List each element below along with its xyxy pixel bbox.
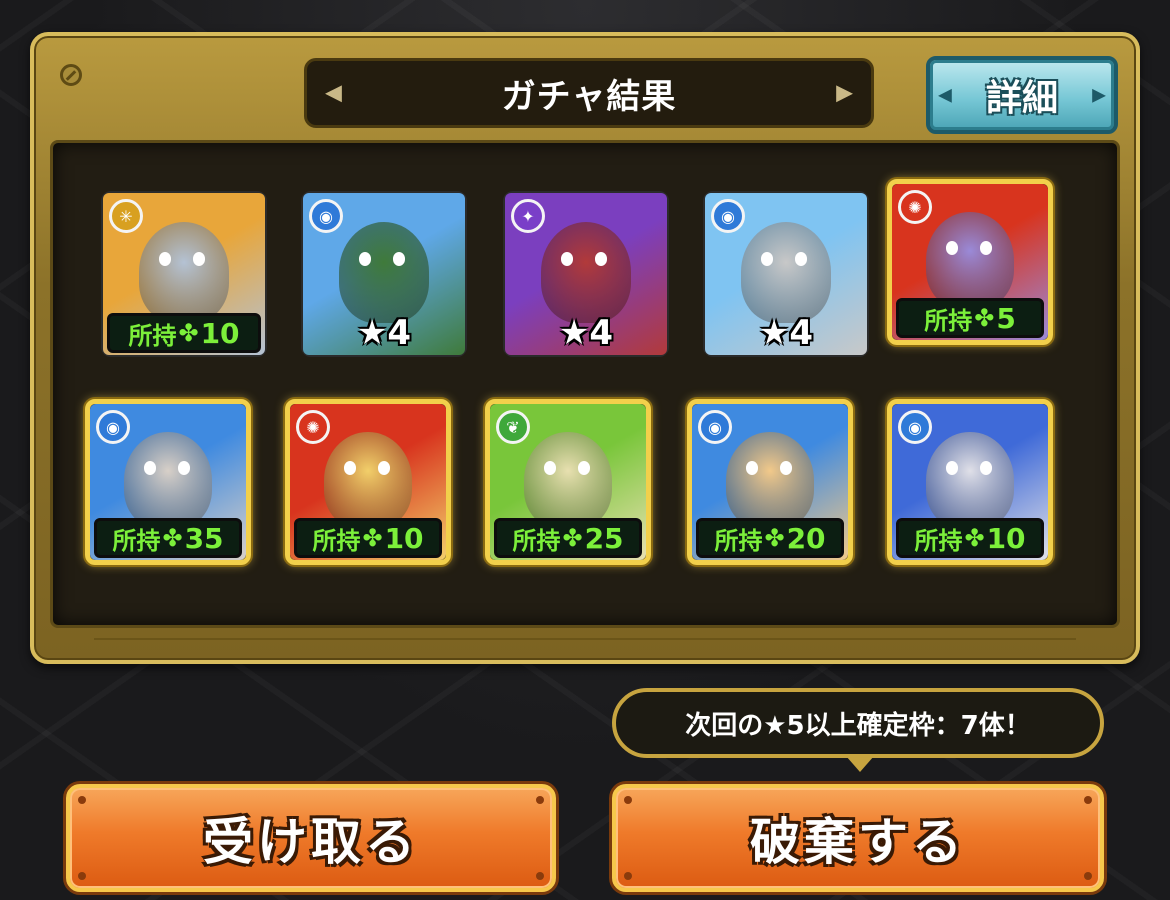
- monster-figure: [540, 222, 632, 323]
- detail-left-arrow-icon: ◀: [938, 84, 952, 106]
- water-element-icon: ◉: [898, 410, 932, 444]
- gacha-result-panel: ◀ ガチャ結果 ▶ ◀ 詳細 ▶ ✳ 所持 ✤ 10 ◉ ★4 ✦ ★4 ◉ ★4 ✺ 所持 ✤ 5 ◉ 所持…: [30, 32, 1140, 664]
- detail-right-arrow-icon: ▶: [1092, 84, 1106, 106]
- fire-element-icon: ✺: [898, 190, 932, 224]
- rivet-icon: [1084, 872, 1092, 880]
- water-element-icon: ◉: [309, 199, 343, 233]
- water-element-icon: ◉: [96, 410, 130, 444]
- monster-card[interactable]: ✦ ★4: [503, 191, 669, 357]
- rarity-label: ★4: [758, 313, 814, 353]
- owned-count: 10: [200, 316, 240, 350]
- receive-button[interactable]: 受け取る: [66, 784, 556, 892]
- rivet-icon: [536, 796, 544, 804]
- owned-label: 所持: [714, 526, 763, 555]
- monster-card[interactable]: ◉ 所持 ✤ 20: [687, 399, 853, 565]
- owned-count: 5: [996, 301, 1016, 335]
- water-element-icon: ◉: [711, 199, 745, 233]
- rivet-icon: [78, 796, 86, 804]
- monster-figure: [926, 212, 1014, 309]
- monster-card[interactable]: ✺ 所持 ✤ 10: [285, 399, 451, 565]
- monster-card[interactable]: ◉ 所持 ✤ 10: [887, 399, 1053, 565]
- monster-card[interactable]: ✳ 所持 ✤ 10: [101, 191, 267, 357]
- owned-label: 所持: [112, 526, 161, 555]
- monster-figure: [524, 432, 612, 529]
- owned-count-badge: 所持 ✤ 35: [94, 518, 242, 558]
- dark-element-icon: ✦: [511, 199, 545, 233]
- owned-count-badge: 所持 ✤ 10: [294, 518, 442, 558]
- owned-count-badge: 所持 ✤ 20: [696, 518, 844, 558]
- rarity-label: ★4: [356, 313, 412, 353]
- guarantee-bubble: 次回の★5以上確定枠：7体！: [612, 688, 1104, 772]
- owned-label: 所持: [512, 526, 561, 555]
- detail-button[interactable]: ◀ 詳細 ▶: [926, 56, 1118, 134]
- result-grid: ✳ 所持 ✤ 10 ◉ ★4 ✦ ★4 ◉ ★4 ✺ 所持 ✤ 5 ◉ 所持 ✤ 35 ✺ 所持 ✤ 10 ❦ 所持 ✤ 25 ◉ 所…: [50, 140, 1120, 628]
- owned-label: 所持: [924, 306, 973, 335]
- monster-figure: [740, 222, 832, 323]
- owned-label: 所持: [914, 526, 963, 555]
- clover-icon: ✤: [162, 524, 183, 552]
- monster-figure: [124, 432, 212, 529]
- rivet-icon: [78, 872, 86, 880]
- guarantee-text: 次回の★5以上確定枠：7体！: [685, 710, 1031, 741]
- monster-figure: [338, 222, 430, 323]
- owned-count-badge: 所持 ✤ 25: [494, 518, 642, 558]
- discard-button[interactable]: 破棄する: [612, 784, 1104, 892]
- monster-figure: [926, 432, 1014, 529]
- owned-count-badge: 所持 ✤ 10: [896, 518, 1044, 558]
- clover-icon: ✤: [562, 524, 583, 552]
- receive-button-label: 受け取る: [203, 813, 419, 871]
- monster-card[interactable]: ❦ 所持 ✤ 25: [485, 399, 651, 565]
- owned-count: 25: [584, 521, 624, 555]
- detail-button-label: 詳細: [985, 78, 1058, 119]
- owned-label: 所持: [128, 321, 177, 350]
- monster-card[interactable]: ✺ 所持 ✤ 5: [887, 179, 1053, 345]
- panel-rail: [94, 638, 1076, 648]
- owned-count: 10: [986, 521, 1026, 555]
- monster-card[interactable]: ◉ ★4: [301, 191, 467, 357]
- page-title: ガチャ結果: [501, 76, 677, 117]
- light-element-icon: ✳: [109, 199, 143, 233]
- discard-button-label: 破棄する: [750, 813, 966, 871]
- monster-figure: [324, 432, 412, 529]
- title-left-arrow-icon: ◀: [325, 80, 342, 106]
- rarity-label: ★4: [558, 313, 614, 353]
- title-right-arrow-icon: ▶: [836, 80, 853, 106]
- owned-count-badge: 所持 ✤ 10: [107, 313, 261, 353]
- rivet-icon: [536, 872, 544, 880]
- clover-icon: ✤: [764, 524, 785, 552]
- owned-count: 35: [184, 521, 224, 555]
- fire-element-icon: ✺: [296, 410, 330, 444]
- screw-icon: [60, 64, 82, 86]
- rivet-icon: [1084, 796, 1092, 804]
- owned-label: 所持: [312, 526, 361, 555]
- monster-card[interactable]: ◉ ★4: [703, 191, 869, 357]
- water-element-icon: ◉: [698, 410, 732, 444]
- clover-icon: ✤: [178, 319, 199, 347]
- monster-card[interactable]: ◉ 所持 ✤ 35: [85, 399, 251, 565]
- rivet-icon: [624, 796, 632, 804]
- clover-icon: ✤: [964, 524, 985, 552]
- clover-icon: ✤: [362, 524, 383, 552]
- title-bar: ◀ ガチャ結果 ▶: [304, 58, 874, 128]
- wood-element-icon: ❦: [496, 410, 530, 444]
- owned-count-badge: 所持 ✤ 5: [896, 298, 1044, 338]
- rivet-icon: [624, 872, 632, 880]
- owned-count: 10: [384, 521, 424, 555]
- clover-icon: ✤: [974, 304, 995, 332]
- owned-count: 20: [786, 521, 826, 555]
- monster-figure: [138, 222, 230, 323]
- monster-figure: [726, 432, 814, 529]
